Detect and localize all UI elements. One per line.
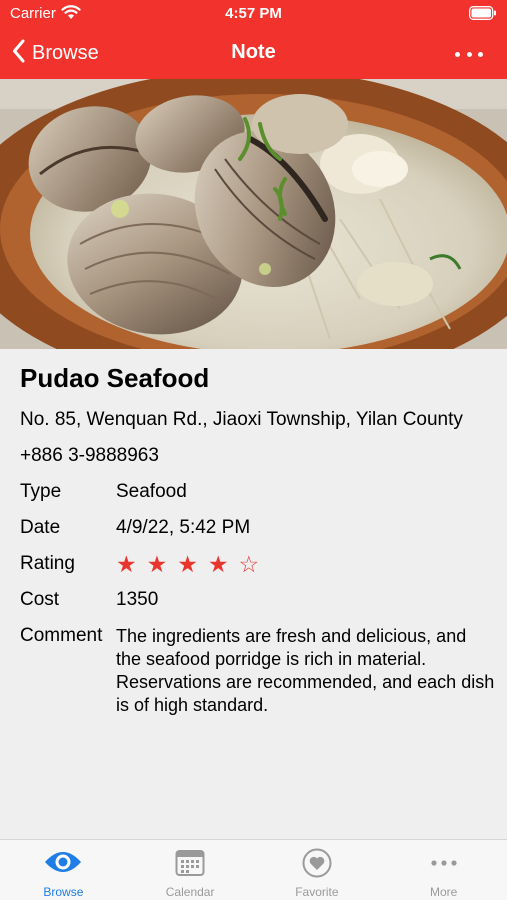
clam-dish-photo bbox=[0, 79, 507, 349]
comment-value: The ingredients are fresh and delicious,… bbox=[116, 626, 495, 715]
restaurant-name: Pudao Seafood bbox=[20, 363, 210, 393]
more-options-button[interactable] bbox=[455, 44, 483, 64]
heart-icon bbox=[302, 848, 332, 883]
restaurant-address: No. 85, Wenquan Rd., Jiaoxi Township, Yi… bbox=[20, 409, 463, 430]
status-time: 4:57 PM bbox=[225, 5, 282, 22]
more-dot-icon bbox=[478, 51, 483, 57]
eye-icon bbox=[43, 848, 83, 881]
tab-browse-label: Browse bbox=[43, 885, 84, 899]
cost-value: 1350 bbox=[116, 589, 159, 610]
rating-stars: ★ ★ ★ ★ ☆ bbox=[116, 552, 259, 576]
type-label: Type bbox=[20, 481, 62, 502]
calendar-icon bbox=[175, 848, 205, 883]
tab-favorite[interactable]: Favorite bbox=[254, 840, 381, 900]
comment-label: Comment bbox=[20, 625, 103, 646]
rating-label: Rating bbox=[20, 553, 75, 574]
star-filled-icon: ★ bbox=[116, 551, 137, 577]
star-empty-icon: ☆ bbox=[238, 551, 260, 577]
more-dot-icon bbox=[455, 51, 460, 57]
tab-favorite-label: Favorite bbox=[295, 885, 339, 899]
tab-more-label: More bbox=[429, 885, 458, 899]
tab-bar: Browse Calendar Favorite More bbox=[0, 839, 507, 900]
page-title: Note bbox=[231, 41, 276, 63]
type-value: Seafood bbox=[116, 481, 187, 502]
cost-label: Cost bbox=[20, 589, 60, 610]
date-value: 4/9/22, 5:42 PM bbox=[116, 517, 251, 538]
tab-calendar-label: Calendar bbox=[165, 885, 215, 899]
note-photo-carousel[interactable] bbox=[0, 79, 507, 349]
more-icon bbox=[429, 848, 459, 883]
more-dot-icon bbox=[466, 51, 472, 57]
star-filled-icon: ★ bbox=[177, 551, 198, 577]
date-label: Date bbox=[20, 517, 61, 538]
nav-bar: Browse Note bbox=[0, 28, 507, 79]
status-bar: Carrier 4:57 PM bbox=[0, 0, 507, 28]
star-filled-icon: ★ bbox=[207, 551, 229, 577]
tab-browse[interactable]: Browse bbox=[0, 840, 127, 900]
navigation-header: Carrier 4:57 PM Browse Note bbox=[0, 0, 507, 79]
tab-more[interactable]: More bbox=[380, 840, 507, 900]
star-filled-icon: ★ bbox=[146, 551, 168, 577]
tab-calendar[interactable]: Calendar bbox=[127, 840, 254, 900]
restaurant-phone: +886 3-9888963 bbox=[20, 445, 159, 466]
battery-icon bbox=[469, 6, 497, 25]
